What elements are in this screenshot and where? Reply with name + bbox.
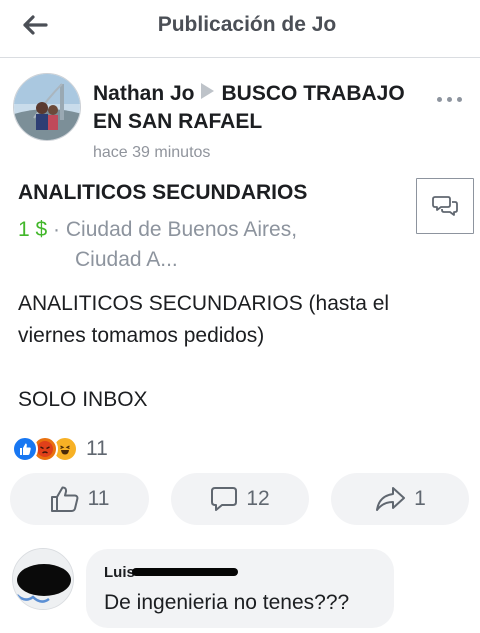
price-location-line: 1 $ · Ciudad de Buenos Aires, bbox=[18, 214, 378, 246]
avatar-photo bbox=[13, 549, 73, 609]
post-body: ANALITICOS SECUNDARIOS (hasta el viernes… bbox=[18, 288, 468, 416]
reaction-count: 11 bbox=[86, 437, 108, 460]
comment-button[interactable]: 12 bbox=[171, 473, 309, 525]
more-options-button[interactable] bbox=[437, 92, 467, 106]
like-reaction-icon bbox=[12, 436, 38, 462]
comment-count: 12 bbox=[246, 487, 270, 510]
separator: · bbox=[47, 218, 66, 241]
like-count: 11 bbox=[87, 487, 110, 510]
share-arrow-icon bbox=[376, 487, 406, 511]
comment-bubble: Luis De ingenieria no tenes??? bbox=[86, 549, 394, 628]
like-button[interactable]: 11 bbox=[10, 473, 149, 525]
share-button[interactable]: 1 bbox=[331, 473, 469, 525]
post-text-line: SOLO INBOX bbox=[18, 388, 148, 411]
share-count: 1 bbox=[414, 487, 426, 510]
thumbs-up-icon bbox=[50, 486, 79, 512]
item-price: 1 $ bbox=[18, 218, 48, 241]
comment-icon bbox=[211, 487, 238, 511]
dot-icon bbox=[447, 96, 452, 102]
redaction-bar bbox=[132, 568, 238, 576]
item-title: ANALITICOS SECUNDARIOS bbox=[18, 181, 308, 204]
post-text-line: ANALITICOS SECUNDARIOS (hasta el bbox=[18, 292, 390, 315]
caret-right-icon bbox=[200, 83, 214, 99]
post-author-line: Nathan Jo BUSCO TRABAJO EN SAN RAFAEL bbox=[93, 80, 413, 136]
top-bar: Publicación de Jo bbox=[0, 0, 480, 58]
message-seller-button[interactable] bbox=[416, 178, 474, 234]
reactions-summary[interactable]: 11 bbox=[12, 435, 108, 463]
post-timestamp[interactable]: hace 39 minutos bbox=[93, 144, 210, 162]
page-title: Publicación de Jo bbox=[157, 13, 337, 36]
comment-author[interactable]: Luis bbox=[104, 564, 135, 581]
author-avatar[interactable] bbox=[13, 73, 81, 141]
avatar-photo bbox=[14, 74, 80, 140]
post-text-line: viernes tomamos pedidos) bbox=[18, 324, 265, 347]
item-location-continued: Ciudad A... bbox=[75, 248, 178, 271]
dot-icon bbox=[437, 96, 442, 102]
comment-text: De ingenieria no tenes??? bbox=[104, 591, 350, 614]
dot-icon bbox=[457, 96, 462, 102]
commenter-avatar[interactable] bbox=[12, 548, 74, 610]
chat-bubbles-icon bbox=[432, 196, 458, 216]
author-name[interactable]: Nathan Jo bbox=[93, 82, 195, 105]
item-location: Ciudad de Buenos Aires, bbox=[65, 218, 298, 241]
